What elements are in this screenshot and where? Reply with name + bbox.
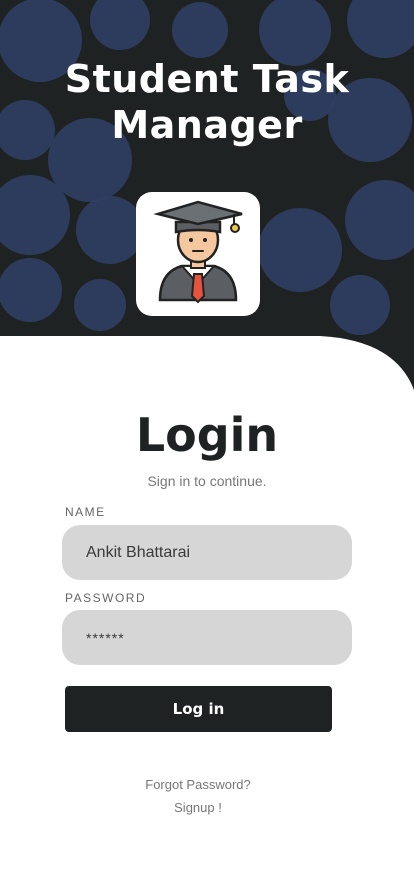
forgot-password-link[interactable]: Forgot Password? [0,777,396,792]
name-label: NAME [65,505,106,519]
sheet-curve [0,336,414,410]
login-button[interactable]: Log in [65,686,332,732]
app-title-line-2: Manager [111,103,303,147]
password-input[interactable]: ****** [62,610,352,665]
logo-card [136,192,260,316]
password-label: PASSWORD [65,591,147,605]
app-title: Student Task Manager [0,56,414,148]
name-input[interactable]: Ankit Bhattarai [62,525,352,580]
graduate-student-icon [153,200,243,304]
login-title: Login [135,408,279,462]
login-subtitle: Sign in to continue. [147,473,267,489]
signup-link[interactable]: Signup ! [0,800,396,815]
app-title-line-1: Student Task [64,57,350,101]
